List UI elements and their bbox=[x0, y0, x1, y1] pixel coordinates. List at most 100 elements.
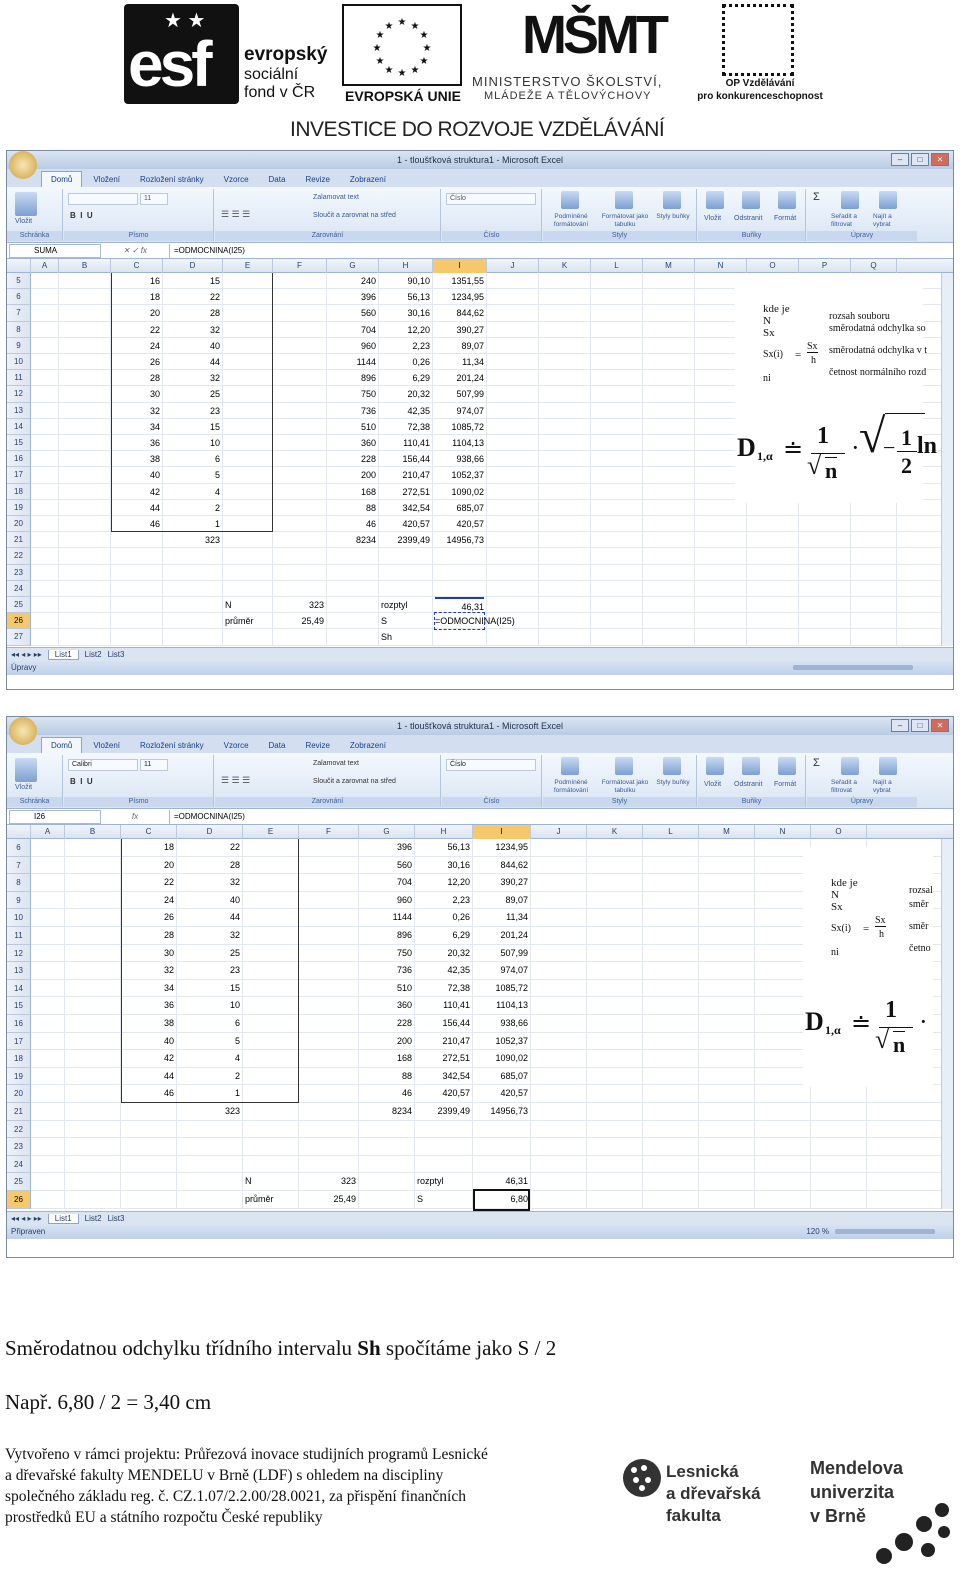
find-icon[interactable] bbox=[879, 757, 897, 775]
cell-product[interactable]: 360 bbox=[329, 435, 376, 451]
row-header[interactable]: 15 bbox=[7, 997, 31, 1015]
cell-weighted-sq-dev[interactable]: 390,27 bbox=[475, 874, 528, 892]
merge-button[interactable]: Sloučit a zarovnat na střed bbox=[313, 212, 396, 219]
cell-product[interactable]: 1144 bbox=[361, 909, 412, 927]
row-header[interactable]: 21 bbox=[7, 532, 31, 549]
cell-weighted-sq-dev[interactable]: 201,24 bbox=[475, 927, 528, 945]
office-button[interactable] bbox=[9, 151, 37, 179]
column-header-k[interactable]: K bbox=[539, 259, 591, 273]
cell-product[interactable]: 704 bbox=[361, 874, 412, 892]
cell-weighted-sq-dev[interactable]: 390,27 bbox=[435, 322, 484, 338]
tab-rozlozeni[interactable]: Rozložení stránky bbox=[131, 172, 213, 187]
cell-product[interactable]: 960 bbox=[361, 892, 412, 910]
cond-format-icon[interactable] bbox=[561, 757, 579, 775]
cell-sq-dev[interactable]: 210,47 bbox=[417, 1033, 470, 1051]
cell-product[interactable]: 88 bbox=[361, 1068, 412, 1086]
cell-product[interactable]: 750 bbox=[361, 945, 412, 963]
cell-weighted-sq-dev[interactable]: 938,66 bbox=[435, 451, 484, 467]
cell-sq-dev[interactable]: 6,29 bbox=[417, 927, 470, 945]
column-header-i[interactable]: I bbox=[473, 825, 531, 839]
cell-n-label[interactable]: N bbox=[225, 597, 270, 613]
row-header[interactable]: 18 bbox=[7, 483, 31, 500]
cell-frequency[interactable]: 323 bbox=[179, 1103, 240, 1121]
tab-revize[interactable]: Revize bbox=[296, 172, 338, 187]
cell-n-label[interactable]: N bbox=[245, 1173, 296, 1191]
maximize-button[interactable]: □ bbox=[911, 719, 929, 732]
cell-mean-value[interactable]: 25,49 bbox=[275, 613, 324, 629]
cell-product[interactable]: 8234 bbox=[329, 532, 376, 548]
row-header[interactable]: 11 bbox=[7, 927, 31, 945]
row-header[interactable]: 12 bbox=[7, 386, 31, 403]
sum-icon[interactable]: Σ bbox=[813, 757, 820, 769]
column-header-f[interactable]: F bbox=[273, 259, 327, 273]
row-header[interactable]: 19 bbox=[7, 499, 31, 516]
sum-icon[interactable]: Σ bbox=[813, 191, 820, 203]
cell-sq-dev[interactable]: 420,57 bbox=[417, 1085, 470, 1103]
cell-sq-dev[interactable]: 30,16 bbox=[381, 305, 430, 321]
cell-sq-dev[interactable]: 72,38 bbox=[417, 980, 470, 998]
name-box[interactable]: SUMA bbox=[9, 243, 101, 258]
fx-icon[interactable]: fx bbox=[101, 812, 169, 821]
row-header[interactable]: 9 bbox=[7, 891, 31, 910]
cell-product[interactable]: 736 bbox=[329, 403, 376, 419]
cell-weighted-sq-dev[interactable]: 1234,95 bbox=[435, 289, 484, 305]
row-header[interactable]: 10 bbox=[7, 909, 31, 927]
cell-variance-label[interactable]: rozptyl bbox=[381, 597, 430, 613]
formula-input[interactable]: =ODMOCNINA(I25) bbox=[169, 243, 953, 258]
cell-sq-dev[interactable]: 90,10 bbox=[381, 273, 430, 289]
sheet-nav-icons[interactable]: ◂◂ ◂ ▸ ▸▸ bbox=[11, 650, 42, 659]
cell-product[interactable]: 560 bbox=[329, 305, 376, 321]
cell-weighted-sq-dev[interactable]: 844,62 bbox=[435, 305, 484, 321]
cell-product[interactable]: 1144 bbox=[329, 354, 376, 370]
cell-sq-dev[interactable]: 210,47 bbox=[381, 467, 430, 483]
cell-product[interactable]: 200 bbox=[329, 467, 376, 483]
font-select[interactable]: Calibri bbox=[68, 759, 138, 771]
cell-product[interactable]: 896 bbox=[361, 927, 412, 945]
merge-button[interactable]: Sloučit a zarovnat na střed bbox=[313, 778, 396, 785]
minimize-button[interactable]: – bbox=[891, 153, 909, 166]
column-header-o[interactable]: O bbox=[811, 825, 867, 839]
find-icon[interactable] bbox=[879, 191, 897, 209]
row-header[interactable]: 22 bbox=[7, 1120, 31, 1139]
cell-weighted-sq-dev[interactable]: 507,99 bbox=[475, 945, 528, 963]
vertical-scrollbar[interactable] bbox=[941, 273, 953, 646]
cell-variance-label[interactable]: rozptyl bbox=[417, 1173, 470, 1191]
row-header[interactable]: 16 bbox=[7, 1015, 31, 1033]
paste-icon[interactable] bbox=[15, 758, 37, 782]
cell-weighted-sq-dev[interactable]: 1090,02 bbox=[475, 1050, 528, 1068]
name-box[interactable]: I26 bbox=[9, 809, 101, 824]
cell-weighted-sq-dev[interactable]: 685,07 bbox=[435, 500, 484, 516]
cell-sq-dev[interactable]: 342,54 bbox=[381, 500, 430, 516]
cell-sq-dev[interactable]: 12,20 bbox=[417, 874, 470, 892]
office-button[interactable] bbox=[9, 717, 37, 745]
cell-weighted-sq-dev[interactable]: 201,24 bbox=[435, 370, 484, 386]
format-table-icon[interactable] bbox=[615, 757, 633, 775]
number-format-select[interactable]: Číslo bbox=[446, 759, 536, 771]
cell-weighted-sq-dev[interactable]: 974,07 bbox=[475, 962, 528, 980]
insert-cells-icon[interactable] bbox=[706, 757, 724, 775]
sheet-tab-list2[interactable]: List2 bbox=[85, 1214, 102, 1223]
sheet-tab-list1[interactable]: List1 bbox=[47, 1213, 79, 1224]
cell-sh-label[interactable]: Sh bbox=[381, 629, 430, 645]
column-header-n[interactable]: N bbox=[755, 825, 811, 839]
font-select[interactable] bbox=[68, 193, 138, 205]
tab-vzorce[interactable]: Vzorce bbox=[215, 738, 258, 753]
cell-sq-dev[interactable]: 110,41 bbox=[381, 435, 430, 451]
row-header[interactable]: 8 bbox=[7, 874, 31, 892]
row-header[interactable]: 26 bbox=[7, 613, 31, 630]
cell-sq-dev[interactable]: 20,32 bbox=[381, 386, 430, 402]
cell-product[interactable]: 896 bbox=[329, 370, 376, 386]
cell-styles-icon[interactable] bbox=[663, 757, 681, 775]
row-header[interactable]: 23 bbox=[7, 564, 31, 581]
cell-weighted-sq-dev[interactable]: 14956,73 bbox=[435, 532, 484, 548]
row-header[interactable]: 11 bbox=[7, 370, 31, 387]
paste-icon[interactable] bbox=[15, 192, 37, 216]
cell-weighted-sq-dev[interactable]: 46,31 bbox=[435, 597, 484, 613]
format-table-icon[interactable] bbox=[615, 191, 633, 209]
row-header[interactable]: 17 bbox=[7, 1032, 31, 1051]
cell-product[interactable]: 560 bbox=[361, 857, 412, 875]
cell-sq-dev[interactable]: 0,26 bbox=[381, 354, 430, 370]
cell-weighted-sq-dev[interactable]: 1052,37 bbox=[475, 1033, 528, 1051]
cell-weighted-sq-dev[interactable]: 1085,72 bbox=[435, 419, 484, 435]
formula-input[interactable]: =ODMOCNINA(I25) bbox=[169, 809, 953, 824]
